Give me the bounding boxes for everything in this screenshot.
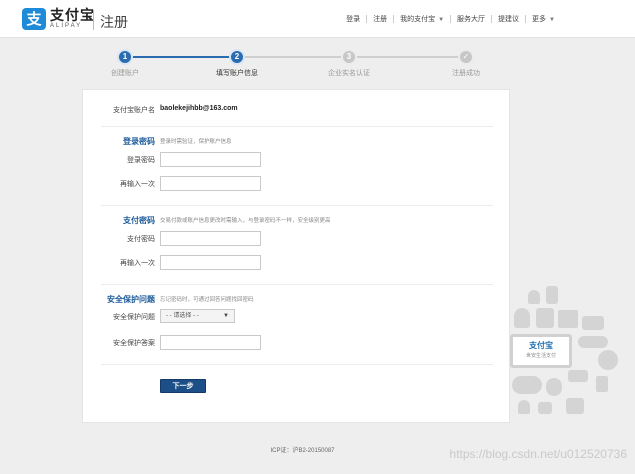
pay-password-confirm-label: 再输入一次 xyxy=(120,260,155,267)
security-hint: 忘记密码时，可通过回答问题找回密码 xyxy=(160,297,254,303)
security-question-label: 安全保护问题 xyxy=(113,314,155,321)
pay-password-label: 支付密码 xyxy=(127,236,155,243)
bulb-icon xyxy=(546,378,562,396)
wallet-icon xyxy=(568,370,588,382)
user-icon xyxy=(528,290,540,304)
cloud-icon xyxy=(512,376,542,394)
nav-register-link[interactable]: 注册 xyxy=(367,14,393,24)
caret-down-icon: ▼ xyxy=(438,17,445,23)
step-connector-done xyxy=(133,56,231,58)
security-question-selected: - - 请选择 - - xyxy=(166,313,199,319)
pay-password-hint: 交易付款或账户信息更改时需输入，与登录密码不一样，安全级别更高 xyxy=(160,218,331,224)
brand-divider xyxy=(93,10,94,30)
login-password-confirm-label: 再输入一次 xyxy=(120,181,155,188)
step-1-label: 创建账户 xyxy=(111,70,139,77)
account-label: 支付宝账户名 xyxy=(113,107,155,114)
section-divider xyxy=(101,126,493,127)
step-done-check-icon: ✓ xyxy=(458,49,474,65)
page-title: 注册 xyxy=(100,14,128,30)
alipay-logo-icon[interactable]: 支 xyxy=(22,8,46,30)
nav-login-link[interactable]: 登录 xyxy=(340,14,366,24)
caret-down-icon: ▼ xyxy=(549,17,555,23)
login-password-hint: 登录时需验证，保护账户信息 xyxy=(160,139,232,145)
login-password-section-title: 登录密码 xyxy=(123,137,155,146)
nav-service-hall-link[interactable]: 服务大厅 xyxy=(451,14,491,24)
shield-icon xyxy=(546,286,558,304)
phone-icon xyxy=(578,336,608,348)
monitor-tagline: 世安生活支付 xyxy=(525,353,556,359)
step-2-label: 填写账户信息 xyxy=(216,70,258,77)
brand-name-en: ALIPAY xyxy=(50,23,83,29)
hand-icon xyxy=(514,308,530,328)
security-question-select[interactable]: - - 请选择 - - ▼ xyxy=(160,309,235,323)
mobile-icon xyxy=(596,376,608,392)
security-illustration: 支付宝 世安生活支付 xyxy=(508,282,628,422)
login-password-input[interactable] xyxy=(160,152,261,167)
security-section-title: 安全保护问题 xyxy=(107,295,155,304)
monitor-icon: 支付宝 世安生活支付 xyxy=(510,334,572,368)
next-step-button[interactable]: 下一步 xyxy=(160,379,206,393)
login-password-label: 登录密码 xyxy=(127,157,155,164)
security-answer-input[interactable] xyxy=(160,335,261,350)
icp-license: ICP证：沪B2-20150087 xyxy=(270,448,335,454)
watermark: https://blog.csdn.net/u012520736 xyxy=(449,447,627,461)
nav-more-label: 更多 xyxy=(532,16,547,23)
brand[interactable]: 支付宝 ALIPAY xyxy=(50,8,95,30)
caret-down-icon: ▼ xyxy=(223,313,229,319)
card-icon xyxy=(582,316,604,330)
document-icon xyxy=(566,398,584,414)
step-3-label: 企业实名认证 xyxy=(328,70,370,77)
top-nav: 登录 注册 我的支付宝 ▼ 服务大厅 提建议 更多 ▼ xyxy=(340,14,561,24)
chart-icon xyxy=(598,350,618,370)
security-answer-label: 安全保护答案 xyxy=(113,340,155,347)
nav-my-alipay-label: 我的支付宝 xyxy=(400,16,436,23)
section-divider xyxy=(101,284,493,285)
nav-my-alipay-menu[interactable]: 我的支付宝 ▼ xyxy=(394,14,450,24)
water-drop-icon xyxy=(518,400,530,414)
section-divider xyxy=(101,364,493,365)
pay-password-input[interactable] xyxy=(160,231,261,246)
nav-more-menu[interactable]: 更多 ▼ xyxy=(526,14,561,24)
step-connector-pending xyxy=(245,56,341,58)
pay-password-confirm-input[interactable] xyxy=(160,255,261,270)
nav-feedback-link[interactable]: 提建议 xyxy=(492,14,525,24)
section-divider xyxy=(101,205,493,206)
step-3-marker: 3 xyxy=(341,49,357,65)
login-password-confirm-input[interactable] xyxy=(160,176,261,191)
brand-name: 支付宝 xyxy=(50,7,95,23)
pay-password-section-title: 支付密码 xyxy=(123,216,155,225)
step-2-marker: 2 xyxy=(229,49,245,65)
flower-icon xyxy=(538,402,552,414)
monitor-brand: 支付宝 xyxy=(529,341,553,350)
chat-icon xyxy=(558,310,578,328)
top-header: 支 支付宝 ALIPAY 注册 登录 注册 我的支付宝 ▼ 服务大厅 提建议 更多… xyxy=(0,0,635,38)
step-4-label: 注册成功 xyxy=(452,70,480,77)
registration-form: 支付宝账户名 baolekejihbb@163.com 登录密码 登录时需验证，… xyxy=(82,89,510,423)
progress-steps: 1 2 3 ✓ 创建账户 填写账户信息 企业实名认证 注册成功 xyxy=(0,48,635,78)
step-1-marker: 1 xyxy=(117,49,133,65)
step-connector-pending xyxy=(357,56,458,58)
lock-icon xyxy=(536,308,554,328)
account-value: baolekejihbb@163.com xyxy=(160,105,238,112)
